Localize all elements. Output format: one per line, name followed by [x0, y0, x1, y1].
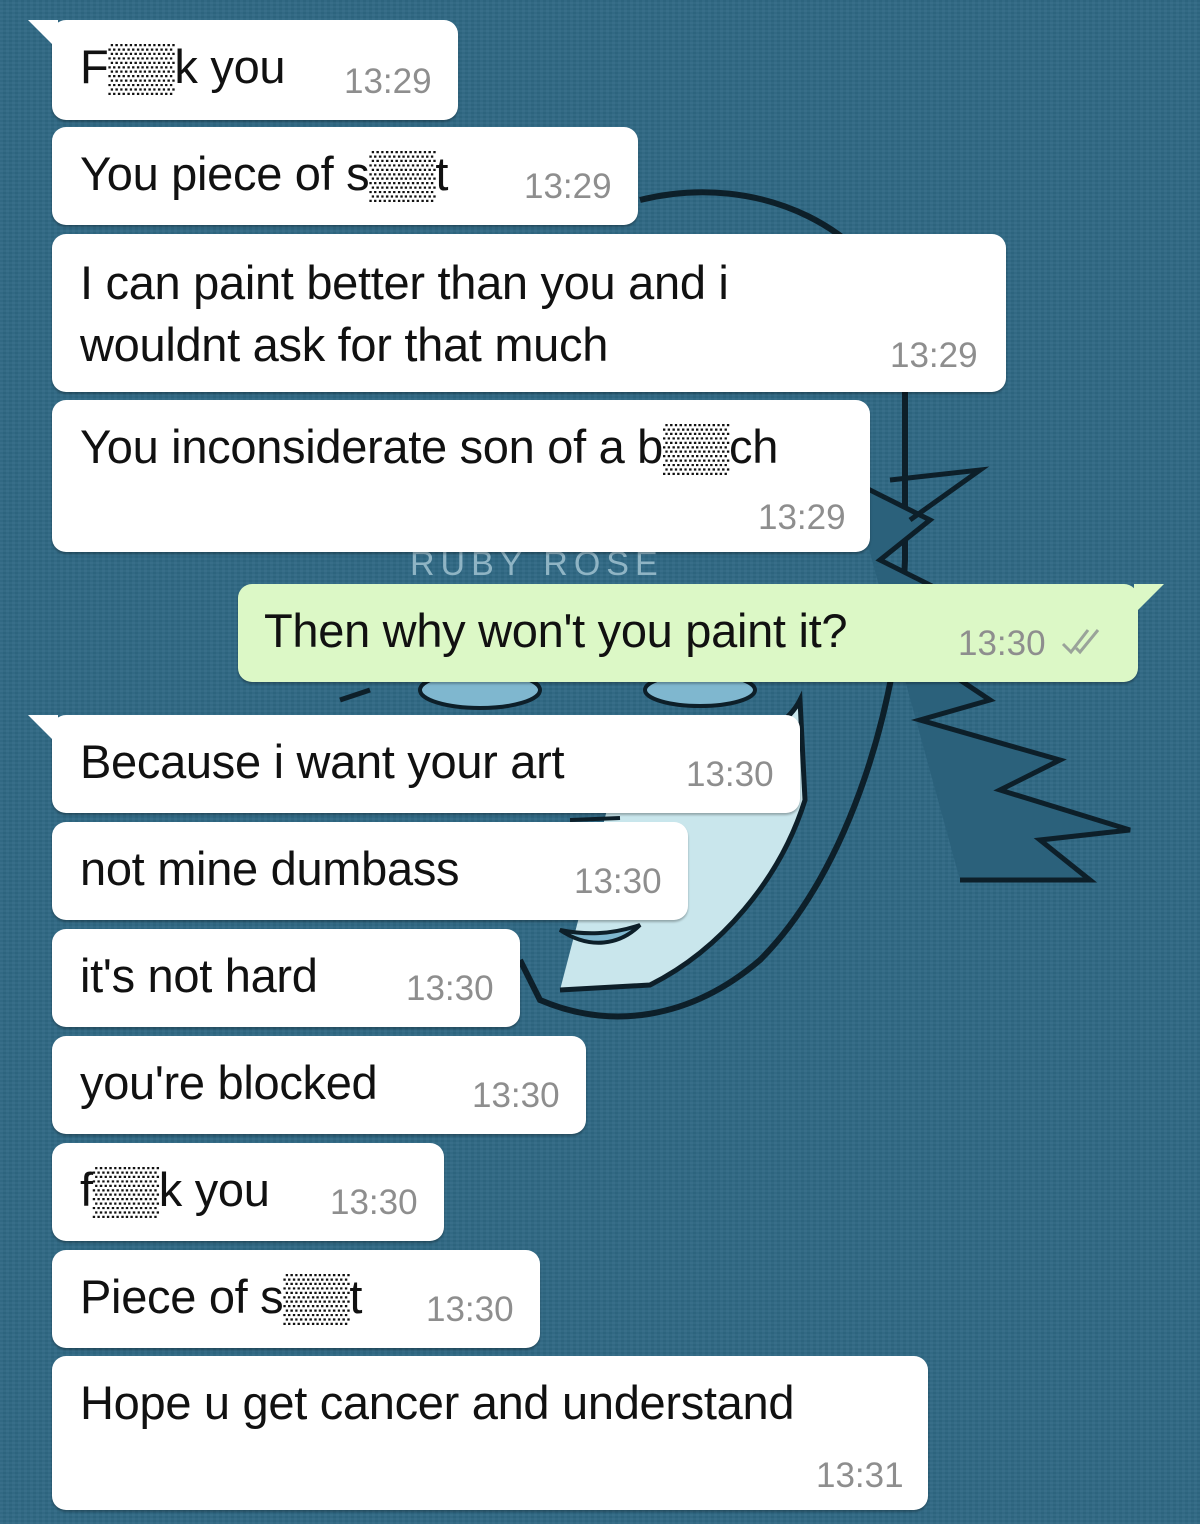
message-timestamp: 13:29	[890, 336, 978, 375]
message-text: Then why won't you paint it?	[264, 604, 848, 657]
message-bubble-incoming[interactable]: you're blocked 13:30	[52, 1036, 586, 1134]
message-text: it's not hard	[80, 949, 318, 1002]
message-timestamp: 13:29	[758, 498, 846, 537]
message-bubble-incoming[interactable]: it's not hard 13:30	[52, 929, 520, 1027]
double-check-icon	[1060, 624, 1104, 667]
bubble-tail	[1134, 584, 1164, 614]
bubble-tail	[28, 20, 58, 50]
message-text: You inconsiderate son of a b▒▒ch	[80, 420, 779, 473]
message-bubble-incoming[interactable]: You piece of s▒▒t 13:29	[52, 127, 638, 225]
message-bubble-incoming[interactable]: F▒▒k you 13:29	[28, 20, 458, 120]
message-text: Hope u get cancer and understand	[80, 1376, 795, 1429]
message-timestamp: 13:30	[958, 624, 1046, 663]
message-bubble-incoming[interactable]: You inconsiderate son of a b▒▒ch 13:29	[52, 400, 870, 552]
message-timestamp: 13:30	[686, 755, 774, 794]
message-text: Because i want your art	[80, 735, 565, 788]
message-timestamp: 13:30	[330, 1183, 418, 1222]
message-bubble-incoming[interactable]: I can paint better than you and i wouldn…	[52, 234, 1006, 392]
message-text: not mine dumbass	[80, 842, 460, 895]
message-bubble-incoming[interactable]: Piece of s▒▒t 13:30	[52, 1250, 540, 1348]
message-timestamp: 13:31	[816, 1456, 904, 1495]
message-bubble-incoming[interactable]: Hope u get cancer and understand 13:31	[52, 1356, 928, 1510]
message-text: f▒▒k you	[80, 1163, 270, 1216]
message-timestamp: 13:30	[472, 1076, 560, 1115]
message-text-line-2: wouldnt ask for that much	[80, 318, 609, 371]
message-text: F▒▒k you	[80, 40, 286, 93]
message-bubble-outgoing[interactable]: Then why won't you paint it? 13:30	[238, 584, 1164, 682]
message-timestamp: 13:30	[406, 969, 494, 1008]
message-bubble-incoming[interactable]: not mine dumbass 13:30	[52, 822, 688, 920]
message-text: You piece of s▒▒t	[80, 147, 449, 200]
message-bubble-incoming[interactable]: f▒▒k you 13:30	[52, 1143, 444, 1241]
message-bubble-incoming[interactable]: Because i want your art 13:30	[28, 715, 800, 813]
message-timestamp: 13:30	[426, 1290, 514, 1329]
bubble-tail	[28, 715, 58, 745]
message-text: you're blocked	[80, 1056, 378, 1109]
message-text-line-1: I can paint better than you and i	[80, 256, 729, 309]
message-timestamp: 13:30	[574, 862, 662, 901]
message-text: Piece of s▒▒t	[80, 1270, 363, 1323]
message-timestamp: 13:29	[344, 62, 432, 101]
message-timestamp: 13:29	[524, 167, 612, 206]
